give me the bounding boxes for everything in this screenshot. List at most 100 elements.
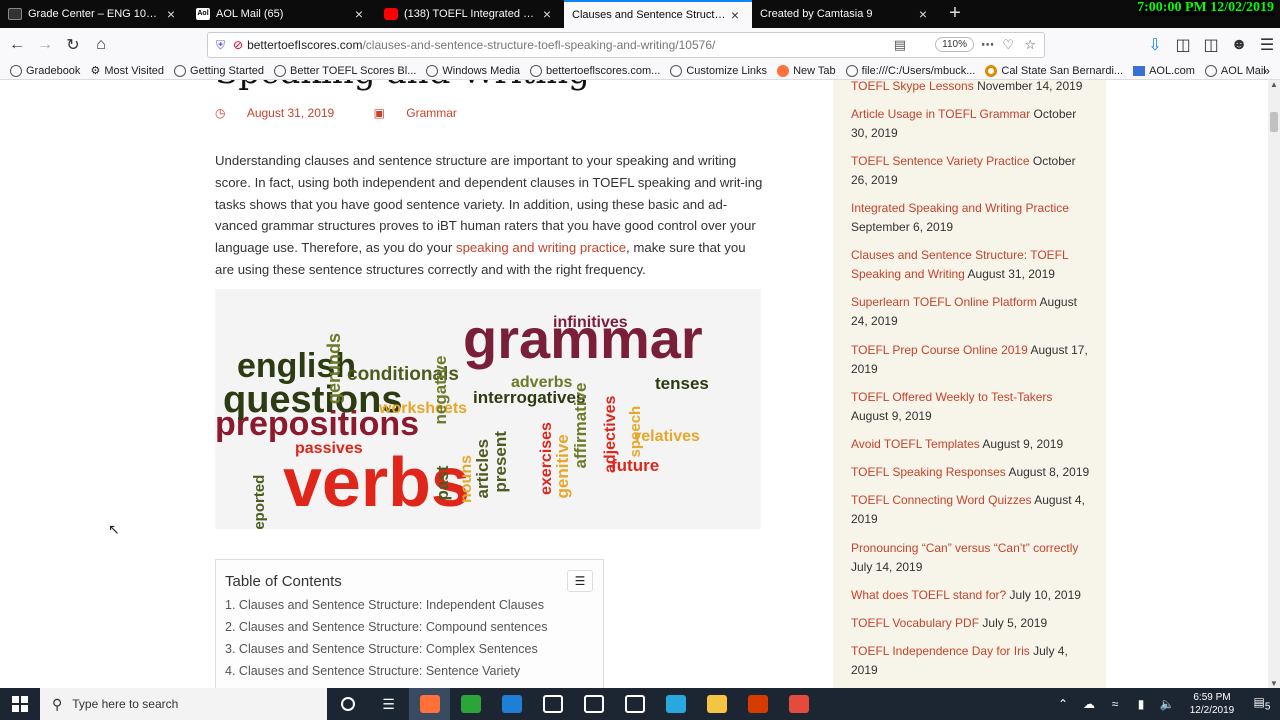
recent-post-link[interactable]: TOEFL Independence Day for Iris [851,644,1030,658]
firefox-icon[interactable] [409,688,450,720]
battery-icon[interactable]: ▮ [1128,697,1154,711]
office-icon[interactable] [737,688,778,720]
pocket-icon[interactable]: ♡ [1002,37,1014,53]
bookmark-getting-started[interactable]: Getting Started [174,64,264,77]
recent-post-link[interactable]: TOEFL Offered Weekly to Test-Takers [851,390,1052,404]
task-view-icon[interactable]: ☰ [368,688,409,720]
tab-grade-center[interactable]: Grade Center – ENG 105B (Fall × [0,0,188,28]
camtasia-recorder-icon[interactable] [778,688,819,720]
ie-icon[interactable] [655,688,696,720]
close-tab-icon[interactable]: × [162,6,180,22]
recent-post-link[interactable]: TOEFL Prep Course Online 2019 [851,343,1028,357]
recent-post-date: July 10, 2019 [1009,588,1081,602]
word-cloud-term: adjectives [602,395,619,473]
store-icon[interactable] [573,688,614,720]
recent-post-link[interactable]: TOEFL Sentence Variety Practice [851,154,1030,168]
volume-icon[interactable]: 🔈 [1154,697,1180,711]
scroll-up-icon[interactable]: ▲ [1268,80,1280,89]
reader-view-icon[interactable]: ▤ [894,37,906,53]
bookmark-most-visited[interactable]: ⚙ Most Visited [90,64,164,78]
address-bar[interactable]: ⛨ ⊘ bettertoefIscores.com/clauses-and-se… [207,32,1045,58]
scroll-down-icon[interactable]: ▼ [1268,679,1280,688]
bookmarks-overflow-icon[interactable]: » [1263,63,1270,78]
recent-post-date: August 9, 2019 [851,409,932,423]
recent-post-link[interactable]: What does TOEFL stand for? [851,588,1006,602]
recent-post-link[interactable]: Pronouncing “Can” versus “Can’t” correct… [851,541,1078,555]
bookmark-star-icon[interactable]: ☆ [1024,37,1036,53]
toc-link[interactable]: Clauses and Sentence Structure: Complex … [239,642,538,656]
recent-post-link[interactable]: TOEFL Vocabulary PDF [851,616,979,630]
toc-item[interactable]: 1. Clauses and Sentence Structure: Indep… [225,598,544,612]
toc-link[interactable]: Clauses and Sentence Structure: Sentence… [239,664,520,678]
speaking-writing-practice-link[interactable]: speaking and writing practice [456,240,626,255]
library-icon[interactable]: ◫ [1170,32,1196,58]
page-content: Speaking and Writing ◷ August 31, 2019 ▣… [0,80,1268,688]
bookmark-aol-mail[interactable]: AOL Mail [1204,64,1266,77]
recent-post-item: Article Usage in TOEFL Grammar October 3… [851,105,1091,143]
edge-icon[interactable] [491,688,532,720]
notifications-icon[interactable]: ▤5 [1244,695,1280,712]
close-tab-icon[interactable]: × [538,6,556,22]
page-scrollbar[interactable]: ▲ ▼ [1268,80,1280,688]
start-button[interactable] [0,688,40,720]
new-tab-button[interactable]: + [940,0,970,28]
bookmark-file[interactable]: file:///C:/Users/mbuck... [845,64,975,77]
bookmark-new-tab[interactable]: New Tab [777,64,836,77]
file-explorer-icon[interactable] [696,688,737,720]
recent-post-link[interactable]: TOEFL Speaking Responses [851,465,1006,479]
toc-item[interactable]: 3. Clauses and Sentence Structure: Compl… [225,642,538,656]
close-tab-icon[interactable]: × [914,6,932,22]
bookmark-gradebook[interactable]: Gradebook [10,64,80,77]
bookmark-windows-media[interactable]: Windows Media [426,64,520,77]
mail-icon[interactable] [532,688,573,720]
tab-youtube[interactable]: (138) TOEFL Integrated Speaki × [376,0,564,28]
toc-link[interactable]: Clauses and Sentence Structure: Independ… [239,598,544,612]
insecure-lock-icon[interactable]: ⊘ [233,38,243,52]
voice-recorder-icon[interactable] [614,688,655,720]
page-actions-icon[interactable]: ⋯ [981,37,994,53]
bookmark-customize-links[interactable]: Customize Links [670,64,767,77]
chevron-up-icon[interactable]: ⌃ [1050,697,1076,711]
taskbar-clock[interactable]: 6:59 PM 12/2/2019 [1180,691,1244,717]
toc-item[interactable]: 2. Clauses and Sentence Structure: Compo… [225,620,547,634]
recent-post-item: Avoid TOEFL Templates August 9, 2019 [851,435,1091,454]
onedrive-icon[interactable]: ☁ [1076,697,1102,711]
shield-icon[interactable]: ⛨ [216,38,225,53]
scroll-thumb[interactable] [1270,112,1278,132]
recent-post-link[interactable]: TOEFL Connecting Word Quizzes [851,493,1032,507]
wifi-icon[interactable]: ≈ [1102,697,1128,711]
account-icon[interactable]: ☻ [1226,32,1252,58]
toc-item[interactable]: 4. Clauses and Sentence Structure: Sente… [225,664,520,678]
bookmark-aol-com[interactable]: AOL.com [1133,65,1195,77]
download-icon[interactable]: ⇩ [1142,32,1168,58]
bookmark-cal-state[interactable]: Cal State San Bernardi... [985,64,1123,77]
forward-icon[interactable]: → [32,32,58,58]
word-cloud-term: present [491,431,510,493]
cortana-icon[interactable] [327,688,368,720]
home-icon[interactable]: ⌂ [88,32,114,58]
back-icon[interactable]: ← [4,32,30,58]
camtasia-icon[interactable] [450,688,491,720]
tab-clauses-article[interactable]: Clauses and Sentence Structure: TOEFL × [564,0,752,28]
tab-camtasia[interactable]: Created by Camtasia 9 × [752,0,940,28]
menu-icon[interactable]: ☰ [1254,32,1280,58]
recent-post-link[interactable]: TOEFL Skype Lessons [851,80,974,93]
recent-post-link[interactable]: Avoid TOEFL Templates [851,437,980,451]
toc-link[interactable]: Clauses and Sentence Structure: Compound… [239,620,548,634]
word-cloud-term: worksheets [379,400,468,417]
bookmark-bettertoeflscores[interactable]: bettertoeflscores.com... [530,64,660,77]
bookmark-better-toefl[interactable]: Better TOEFL Scores Bl... [274,64,416,77]
post-date[interactable]: ◷ August 31, 2019 [215,106,352,120]
reload-icon[interactable]: ↻ [60,32,86,58]
close-tab-icon[interactable]: × [726,7,744,23]
zoom-level[interactable]: 110% [935,37,974,52]
recent-post-link[interactable]: Integrated Speaking and Writing Practice [851,201,1069,215]
tab-aol-mail[interactable]: Aol AOL Mail (65) × [188,0,376,28]
sidebar-icon[interactable]: ◫ [1198,32,1224,58]
post-category[interactable]: ▣ Grammar [374,106,475,120]
close-tab-icon[interactable]: × [350,6,368,22]
recent-post-link[interactable]: Superlearn TOEFL Online Platform [851,295,1037,309]
taskbar-search-box[interactable]: ⚲ Type here to search [40,688,327,720]
recent-post-link[interactable]: Article Usage in TOEFL Grammar [851,107,1030,121]
toc-toggle-button[interactable]: ☰ [567,570,593,592]
